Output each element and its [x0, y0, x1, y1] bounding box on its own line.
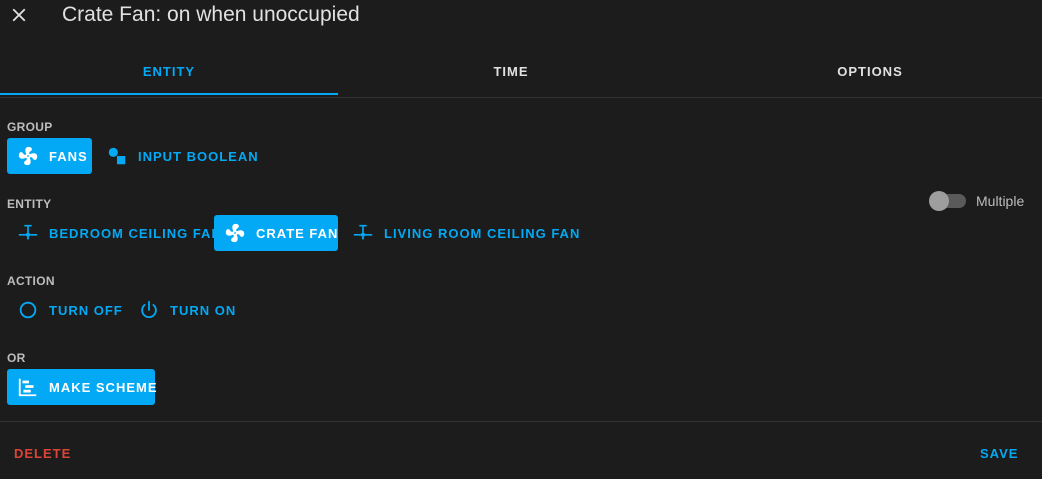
- entity-chip-bedroom-ceiling-fan[interactable]: BEDROOM CEILING FAN: [7, 215, 230, 251]
- delete-button[interactable]: DELETE: [14, 446, 71, 461]
- action-chip-turn-on-label: TURN ON: [170, 302, 237, 318]
- or-section-label: OR: [7, 351, 26, 365]
- dialog-title: Crate Fan: on when unoccupied: [62, 3, 360, 26]
- entity-chip-living-room-ceiling-fan[interactable]: LIVING ROOM CEILING FAN: [342, 215, 588, 251]
- active-tab-indicator: [0, 93, 338, 95]
- entity-chip-living-room-ceiling-fan-label: LIVING ROOM CEILING FAN: [384, 225, 581, 241]
- entity-section-label: ENTITY: [7, 197, 52, 211]
- input-boolean-icon: [106, 145, 128, 167]
- action-section-label: ACTION: [7, 274, 55, 288]
- close-button[interactable]: [8, 4, 30, 26]
- footer-divider: [0, 421, 1042, 422]
- power-icon: [138, 299, 160, 321]
- tab-bar: ENTITY TIME OPTIONS: [0, 47, 1042, 98]
- tab-time[interactable]: TIME: [342, 47, 680, 96]
- chart-gantt-icon: [17, 376, 39, 398]
- make-scheme-button[interactable]: MAKE SCHEME: [7, 369, 158, 405]
- multiple-toggle-knob: [929, 191, 949, 211]
- tab-options[interactable]: OPTIONS: [701, 47, 1039, 96]
- dialog-header: Crate Fan: on when unoccupied: [0, 0, 1042, 34]
- fan-icon: [17, 145, 39, 167]
- tab-entity[interactable]: ENTITY: [0, 47, 338, 96]
- make-scheme-button-label: MAKE SCHEME: [49, 379, 158, 395]
- entity-chip-crate-fan-label: CRATE FAN: [256, 225, 339, 241]
- entity-chip-bedroom-ceiling-fan-label: BEDROOM CEILING FAN: [49, 225, 222, 241]
- entity-chip-crate-fan[interactable]: CRATE FAN: [214, 215, 338, 251]
- group-chip-input-boolean[interactable]: INPUT BOOLEAN: [96, 138, 267, 174]
- multiple-toggle-label: Multiple: [976, 193, 1025, 209]
- group-chip-input-boolean-label: INPUT BOOLEAN: [138, 148, 259, 164]
- action-chip-turn-off-label: TURN OFF: [49, 302, 123, 318]
- group-chip-fans-label: FANS: [49, 148, 88, 164]
- save-button[interactable]: SAVE: [980, 446, 1018, 461]
- ceiling-fan-icon: [17, 222, 39, 244]
- circle-outline-icon: [17, 299, 39, 321]
- close-icon: [12, 8, 26, 22]
- action-chip-turn-on[interactable]: TURN ON: [128, 292, 244, 328]
- ceiling-fan-icon: [352, 222, 374, 244]
- group-chip-fans[interactable]: FANS: [7, 138, 92, 174]
- multiple-toggle[interactable]: Multiple: [929, 191, 1025, 211]
- group-section-label: GROUP: [7, 120, 53, 134]
- fan-icon: [224, 222, 246, 244]
- action-chip-turn-off[interactable]: TURN OFF: [7, 292, 131, 328]
- multiple-toggle-track: [929, 191, 966, 211]
